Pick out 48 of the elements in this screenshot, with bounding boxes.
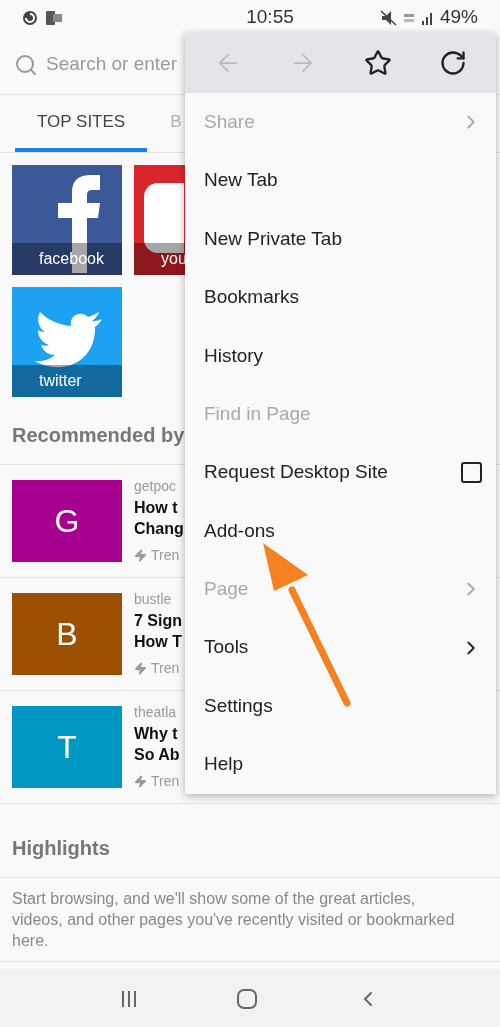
- article-tag: Tren: [151, 658, 180, 679]
- menu-item[interactable]: History: [185, 326, 496, 385]
- site-tile[interactable]: twitter: [12, 287, 122, 397]
- home-icon[interactable]: [237, 988, 257, 1009]
- site-thumbnail[interactable]: B: [12, 593, 122, 675]
- highlights-message: Start browsing, and we'll show some of the great articles, videos, and other pages you've recently visited or bookmarked here.: [12, 889, 456, 951]
- tab[interactable]: TOP SITES: [15, 95, 148, 152]
- recent-apps-icon[interactable]: [119, 989, 138, 1008]
- article-title[interactable]: How T: [134, 631, 182, 652]
- article-title[interactable]: 7 Sign: [134, 610, 182, 631]
- search-icon: [14, 52, 38, 77]
- menu-item[interactable]: Help: [185, 735, 496, 794]
- section-heading: Recommended by: [12, 423, 185, 448]
- battery-level: 49%: [439, 5, 478, 30]
- mail-app-icon: [46, 10, 62, 25]
- article-source: theatla: [134, 703, 177, 722]
- menu-item[interactable]: Tools: [185, 618, 496, 677]
- menu-item[interactable]: New Private Tab: [185, 209, 496, 269]
- menu-item[interactable]: Request Desktop Site: [185, 443, 496, 502]
- article-tag: Tren: [151, 771, 180, 792]
- article-title[interactable]: How t: [134, 497, 178, 518]
- article-title[interactable]: So Ab: [134, 744, 180, 765]
- thumbnail-letter: G: [54, 502, 80, 541]
- lightning-icon: [134, 662, 147, 675]
- section-heading: Highlights: [12, 836, 110, 861]
- site-thumbnail[interactable]: G: [12, 480, 122, 562]
- checkbox[interactable]: [461, 462, 482, 484]
- menu-item[interactable]: Add-ons: [185, 501, 496, 561]
- site-tile[interactable]: you: [134, 165, 185, 275]
- bookmark-star-icon[interactable]: [363, 49, 392, 77]
- sync-icon: [22, 9, 38, 26]
- reload-icon[interactable]: [438, 49, 467, 77]
- article-title[interactable]: Why t: [134, 723, 178, 744]
- menu-item[interactable]: Bookmarks: [185, 268, 496, 327]
- menu-item[interactable]: Settings: [185, 676, 496, 736]
- article-source: bustle: [134, 590, 172, 609]
- lightning-icon: [134, 549, 147, 562]
- menu-item[interactable]: New Tab: [185, 151, 496, 210]
- article-source: getpoc: [134, 477, 177, 496]
- article-tag: Tren: [151, 545, 180, 566]
- tile-label: you: [161, 249, 185, 269]
- article-title[interactable]: Chang: [134, 518, 184, 539]
- mute-icon: [379, 9, 398, 26]
- status-time: 10:55: [245, 5, 295, 30]
- lightning-icon: [134, 775, 147, 788]
- thumbnail-letter: T: [57, 728, 77, 767]
- thumbnail-letter: B: [56, 615, 78, 654]
- tile-label: twitter: [39, 371, 82, 391]
